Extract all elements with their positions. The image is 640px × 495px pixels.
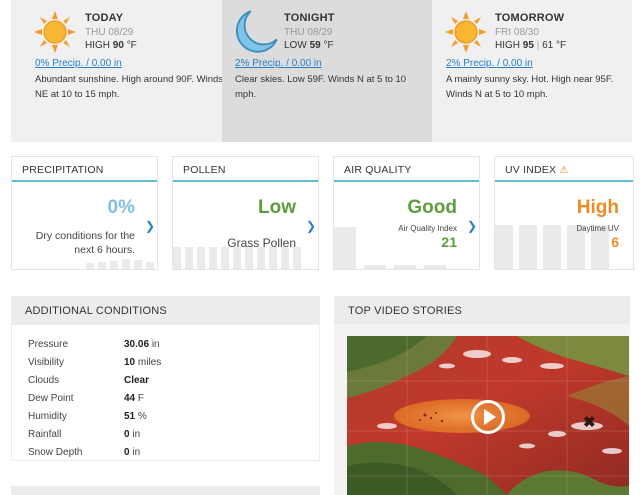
forecast-day: TOMORROW — [495, 12, 565, 24]
uv-index: 6 — [611, 234, 619, 250]
video-thumbnail[interactable]: ✖ — [347, 336, 629, 495]
condition-value: 0 in — [124, 429, 141, 440]
uv-label: Daytime UV — [576, 224, 619, 233]
next-panel-header — [11, 486, 320, 495]
pollen-type: Grass Pollen — [227, 236, 296, 250]
warning-icon: ⚠ — [559, 165, 569, 176]
pollen-card[interactable]: POLLEN Low Grass Pollen ❯ — [172, 156, 319, 270]
top-video-stories-header: TOP VIDEO STORIES — [334, 296, 630, 324]
air-quality-index: 21 — [441, 234, 457, 250]
precipitation-card[interactable]: PRECIPITATION 0% Dry conditions for the … — [11, 156, 158, 270]
air-quality-value: Good — [407, 197, 457, 218]
pollen-value: Low — [258, 197, 296, 218]
precip-link[interactable]: 0% Precip. / 0.00 in — [35, 58, 122, 69]
chevron-right-icon[interactable]: ❯ — [306, 219, 316, 233]
sun-icon — [445, 11, 487, 53]
forecast-tomorrow[interactable]: TOMORROW FRI 08/30 HIGH 95 | 61 °F 2% Pr… — [432, 0, 632, 142]
condition-label: Visibility — [28, 357, 64, 368]
precipitation-value: 0% — [107, 197, 135, 218]
precip-link[interactable]: 2% Precip. / 0.00 in — [446, 58, 533, 69]
forecast-description: A mainly sunny sky. Hot. High near 95F. … — [446, 74, 614, 100]
forecast-temp: LOW 59 °F — [284, 40, 334, 51]
additional-conditions-header: ADDITIONAL CONDITIONS — [11, 296, 320, 324]
condition-value: 51 % — [124, 411, 147, 422]
forecast-today[interactable]: TODAY THU 08/29 HIGH 90 °F 0% Precip. / … — [11, 0, 224, 142]
uv-value: High — [576, 197, 619, 218]
card-title: POLLEN — [173, 157, 318, 182]
uv-index-card[interactable]: UV INDEX ⚠ High Daytime UV 6 — [494, 156, 634, 270]
condition-label: Clouds — [28, 375, 60, 386]
air-quality-label: Air Quality Index — [398, 224, 457, 233]
condition-label: Humidity — [28, 411, 67, 422]
forecast-date: THU 08/29 — [284, 27, 333, 38]
forecast-description: Abundant sunshine. High around 90F. Wind… — [35, 74, 224, 100]
condition-value: Clear — [124, 375, 150, 386]
condition-label: Dew Point — [28, 393, 74, 404]
precipitation-summary: Dry conditions for the next 6 hours. — [35, 230, 135, 256]
precip-link[interactable]: 2% Precip. / 0.00 in — [235, 58, 322, 69]
play-icon[interactable] — [471, 400, 505, 434]
condition-value: 0 in — [124, 447, 141, 458]
condition-value: 30.06 in — [124, 339, 160, 350]
condition-label: Rainfall — [28, 429, 62, 440]
air-quality-card[interactable]: AIR QUALITY Good Air Quality Index 21 ❯ — [333, 156, 480, 270]
additional-conditions-panel: Pressure 30.06 in Visibility 10 miles Cl… — [11, 324, 320, 461]
chevron-right-icon[interactable]: ❯ — [145, 219, 155, 233]
card-title: AIR QUALITY — [334, 157, 479, 182]
chevron-right-icon[interactable]: ❯ — [467, 219, 477, 233]
sun-icon — [34, 11, 76, 53]
card-title: PRECIPITATION — [12, 157, 157, 182]
storm-marker-icon: ✖ — [583, 414, 596, 431]
forecast-temp: HIGH 95 | 61 °F — [495, 40, 567, 51]
forecast-day: TODAY — [85, 12, 124, 24]
condition-label: Pressure — [28, 339, 69, 350]
condition-value: 44 F — [124, 393, 145, 404]
forecast-tonight[interactable]: TONIGHT THU 08/29 LOW 59 °F 2% Precip. /… — [222, 0, 432, 142]
condition-label: Snow Depth — [28, 447, 83, 458]
moon-icon — [235, 10, 278, 53]
condition-value: 10 miles — [124, 357, 162, 368]
forecast-strip: TODAY THU 08/29 HIGH 90 °F 0% Precip. / … — [0, 0, 640, 142]
card-title: UV INDEX ⚠ — [495, 157, 633, 182]
forecast-date: FRI 08/30 — [495, 27, 539, 38]
forecast-date: THU 08/29 — [85, 27, 134, 38]
forecast-temp: HIGH 90 °F — [85, 40, 137, 51]
forecast-day: TONIGHT — [284, 12, 335, 24]
forecast-description: Clear skies. Low 59F. Winds N at 5 to 10… — [235, 74, 407, 100]
